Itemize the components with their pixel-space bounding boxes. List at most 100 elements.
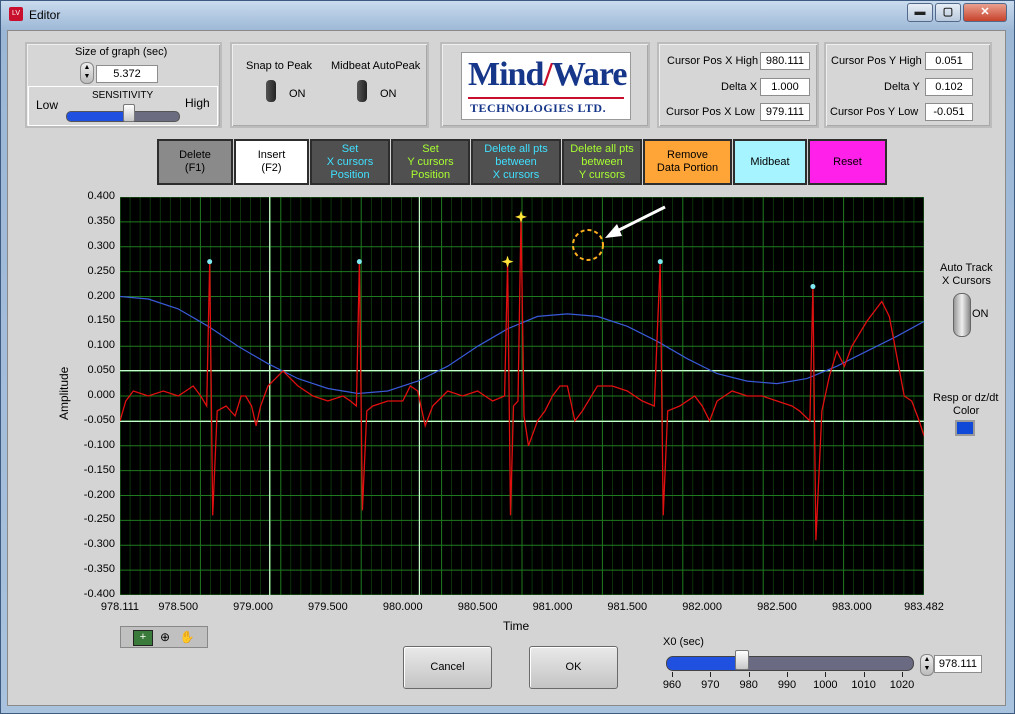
x0-input[interactable]: 978.111	[934, 655, 982, 673]
x-tick-label: 982.500	[757, 601, 797, 613]
window-title: Editor	[29, 8, 61, 22]
x0-scale-label: 1000	[813, 679, 838, 691]
delete-between-y-button[interactable]: Delete all pts between Y cursors	[562, 139, 642, 185]
x-tick-label: 978.500	[158, 601, 199, 613]
delta-x-label: Delta X	[721, 81, 758, 93]
maximize-button[interactable]: ▢	[935, 3, 961, 22]
x-axis-label: Time	[503, 619, 530, 633]
inserted-markers	[501, 210, 528, 268]
x-tick-label: 982.000	[682, 601, 723, 613]
remove-data-portion-button[interactable]: Remove Data Portion	[643, 139, 732, 185]
cursor-x-high-label: Cursor Pos X High	[667, 55, 759, 67]
peak-point	[657, 259, 663, 265]
annotation-arrow-head	[605, 224, 622, 238]
x0-scale-label: 960	[662, 679, 682, 691]
auto-track-state: ON	[972, 308, 989, 320]
cursor-y-high-field[interactable]: 0.051	[925, 52, 973, 70]
x0-scale-tick	[672, 672, 673, 677]
x0-scale-label: 1020	[889, 679, 915, 691]
logo-subtitle: TECHNOLOGIES LTD.	[470, 101, 607, 115]
logo-rule	[468, 97, 624, 99]
x0-scale-label: 1010	[851, 679, 876, 691]
sensitivity-low-label: Low	[36, 98, 59, 112]
reset-button[interactable]: Reset	[808, 139, 887, 185]
x0-slider-thumb[interactable]	[735, 650, 750, 670]
delete-between-x-button[interactable]: Delete all pts between X cursors	[471, 139, 561, 185]
y-tick-label: -0.300	[83, 538, 115, 551]
sensitivity-label: SENSITIVITY	[92, 90, 154, 101]
auto-track-toggle[interactable]	[953, 293, 971, 337]
insert-button[interactable]: Insert (F2)	[234, 139, 309, 185]
peak-point	[207, 259, 213, 265]
peak-options-panel	[230, 42, 429, 128]
y-tick-label: 0.150	[87, 314, 115, 327]
x0-scale-tick	[902, 672, 903, 677]
inserted-marker-star	[515, 210, 528, 223]
cursor-x-high-field[interactable]: 980.111	[760, 52, 810, 70]
midbeat-button[interactable]: Midbeat	[733, 139, 807, 185]
y-tick-label: 0.250	[87, 264, 115, 277]
x0-scale-tick	[787, 672, 788, 677]
y-tick-label: -0.350	[83, 563, 115, 576]
x-tick-label: 980.000	[382, 601, 423, 613]
auto-track-label-1: Auto Track	[940, 262, 993, 274]
logo-text-ware: Ware	[551, 56, 628, 93]
close-button[interactable]: ✕	[963, 3, 1007, 22]
annotation-arrow-shaft	[612, 205, 666, 235]
sensitivity-fill	[67, 112, 129, 121]
cursor-y-low-field[interactable]: -0.051	[925, 103, 973, 121]
peak-point	[810, 284, 816, 290]
resp-color-label-1: Resp or dz/dt	[933, 392, 999, 404]
x0-stepper[interactable]: ▲ ▼	[920, 654, 934, 676]
y-axis-label: Amplitude	[57, 366, 71, 420]
sensitivity-thumb[interactable]	[122, 104, 135, 122]
y-tick-label: 0.100	[87, 339, 115, 352]
x0-scale-tick	[710, 672, 712, 677]
peak-point	[356, 259, 362, 265]
set-y-cursors-button[interactable]: Set Y cursors Position	[391, 139, 470, 185]
sensitivity-high-label: High	[185, 96, 210, 110]
graph-size-stepper[interactable]: ▲ ▼	[80, 62, 94, 84]
midbeat-autopeak-label: Midbeat AutoPeak	[331, 60, 421, 72]
x0-scale-label: 980	[739, 679, 758, 691]
x0-scale-tick	[825, 672, 827, 677]
snap-to-peak-state: ON	[289, 88, 306, 100]
delete-button[interactable]: Delete (F1)	[157, 139, 233, 185]
title-bar[interactable]: LV Editor ▬ ▢ ✕	[1, 1, 1015, 29]
set-x-cursors-button[interactable]: Set X cursors Position	[310, 139, 390, 185]
y-tick-label: -0.250	[83, 513, 115, 526]
x0-scale-tick	[748, 672, 750, 677]
x0-scale-label: 970	[701, 679, 720, 691]
y-tick-label: -0.100	[83, 438, 115, 451]
graph-size-label: Size of graph (sec)	[75, 46, 168, 58]
y-tick-label: 0.200	[87, 289, 115, 302]
midbeat-autopeak-state: ON	[380, 88, 397, 100]
minimize-button[interactable]: ▬	[907, 3, 933, 22]
cursor-y-low-label: Cursor Pos Y Low	[830, 106, 919, 118]
delta-y-field[interactable]: 0.102	[925, 78, 973, 96]
ok-button[interactable]: OK	[529, 646, 618, 689]
snap-to-peak-toggle[interactable]	[266, 80, 276, 102]
midbeat-autopeak-toggle[interactable]	[357, 80, 367, 102]
ecg-graph[interactable]	[120, 197, 924, 595]
crosshair-icon[interactable]: +	[133, 630, 153, 646]
x0-slider[interactable]	[666, 656, 914, 671]
cancel-button[interactable]: Cancel	[403, 646, 492, 689]
pan-hand-icon[interactable]: ✋	[178, 630, 196, 644]
y-tick-label: -0.150	[83, 463, 115, 476]
x-tick-label: 979.000	[233, 601, 273, 613]
zoom-icon[interactable]: ⊕	[156, 630, 174, 644]
delta-x-field[interactable]: 1.000	[760, 78, 810, 96]
y-tick-label: -0.400	[83, 588, 115, 600]
x-tick-label: 980.500	[457, 601, 498, 613]
cursor-y-high-label: Cursor Pos Y High	[831, 55, 922, 67]
cursor-x-low-label: Cursor Pos X Low	[666, 106, 755, 118]
x-tick-label: 981.500	[607, 601, 648, 613]
snap-to-peak-label: Snap to Peak	[246, 60, 313, 72]
x-tick-label: 979.500	[308, 601, 348, 613]
x-tick-label: 983.482	[904, 601, 944, 613]
resp-color-label-2: Color	[953, 405, 980, 417]
resp-color-swatch[interactable]	[955, 420, 975, 436]
graph-size-input[interactable]: 5.372	[96, 65, 158, 83]
cursor-x-low-field[interactable]: 979.111	[760, 103, 810, 121]
